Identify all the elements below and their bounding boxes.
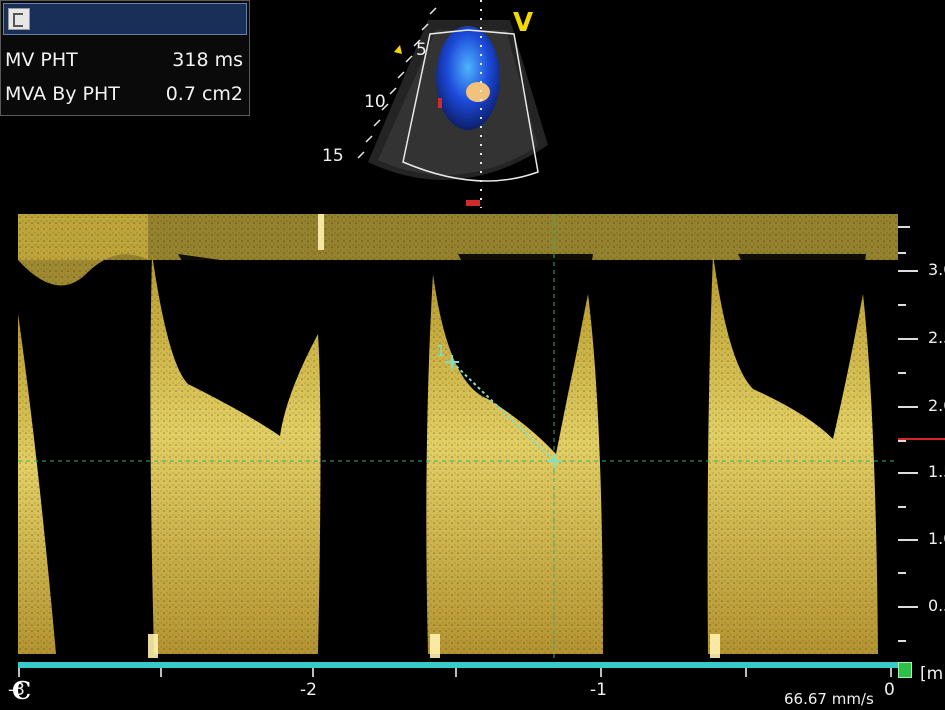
time-axis-label: -1: [590, 680, 607, 700]
baseline-handle[interactable]: [898, 662, 912, 678]
time-axis-label: 0: [884, 680, 895, 700]
measurement-value: 318 ms: [172, 49, 243, 71]
time-axis-label: -2: [300, 680, 317, 700]
depth-label: 15: [322, 146, 344, 166]
svg-text:1: 1: [436, 342, 446, 360]
velocity-scale: 3.0 2.5 2.0 1.5 1.0 0.5: [898, 214, 945, 674]
measurement-label: MV PHT: [5, 49, 78, 71]
scale-marker: [898, 438, 945, 440]
velocity-unit: [m: [920, 664, 944, 684]
velocity-tick-label: 0.5: [928, 596, 945, 615]
velocity-tick-label: 1.5: [928, 462, 945, 481]
panel-titlebar[interactable]: [3, 3, 247, 35]
sweep-speed: 66.67 mm/s: [784, 690, 874, 708]
measurement-row-mva: MVA By PHT 0.7 cm2: [5, 83, 245, 109]
velocity-tick-label: 2.0: [928, 396, 945, 415]
measurement-label: MVA By PHT: [5, 83, 120, 105]
orientation-marker: V: [513, 8, 534, 38]
depth-label: 5: [416, 40, 427, 60]
orientation-triangle-icon: [394, 45, 402, 54]
doppler-spectrum: 1: [18, 214, 898, 666]
velocity-tick-label: 2.5: [928, 328, 945, 347]
velocity-tick-label: 1.0: [928, 529, 945, 548]
figure-label: C: [12, 676, 32, 705]
doppler-baseline[interactable]: [18, 662, 898, 668]
measurement-value: 0.7 cm2: [165, 83, 243, 105]
measurement-panel: MV PHT 318 ms MVA By PHT 0.7 cm2: [0, 0, 250, 116]
measurement-row-pht: MV PHT 318 ms: [5, 49, 245, 75]
depth-label: 10: [364, 92, 386, 112]
velocity-tick-label: 3.0: [928, 260, 945, 279]
panel-menu-icon[interactable]: [8, 8, 30, 30]
